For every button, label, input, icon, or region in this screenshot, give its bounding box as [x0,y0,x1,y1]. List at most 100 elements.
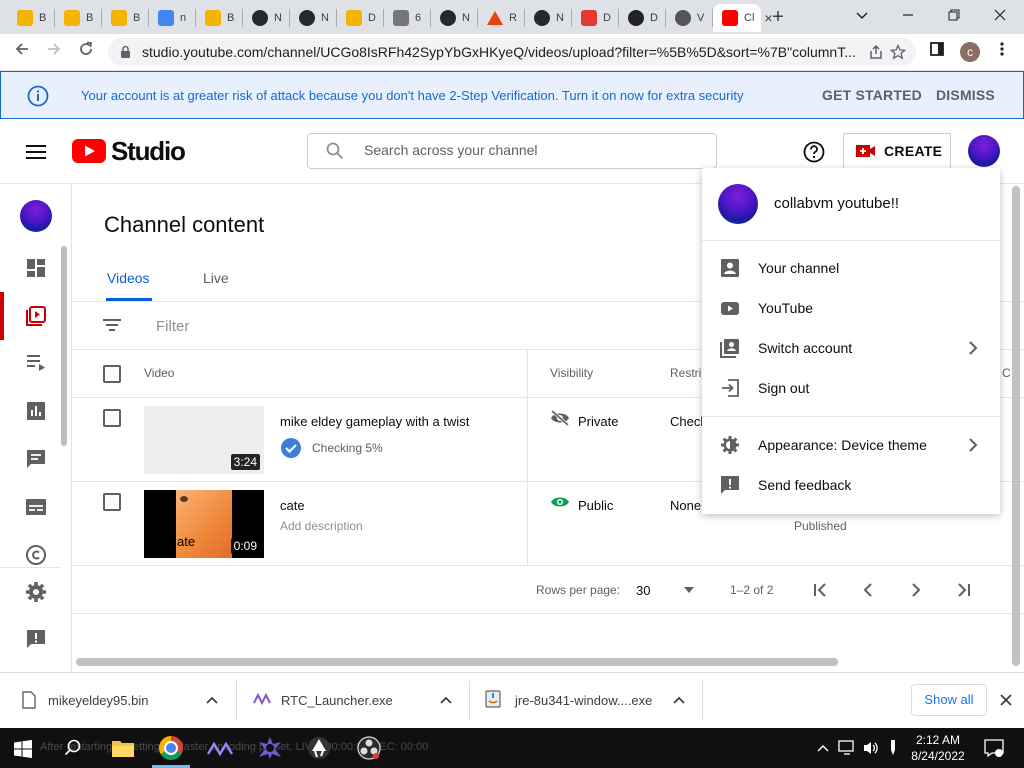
new-tab-button[interactable]: + [766,6,790,30]
restore-button[interactable] [934,5,974,29]
back-arrow-icon[interactable] [10,40,34,64]
windows-start-icon[interactable] [14,740,32,758]
video-thumbnail[interactable]: 3:24 [144,406,264,474]
menu-item-send-feedback[interactable]: Send feedback [702,465,1000,505]
address-bar[interactable]: studio.youtube.com/channel/UCGo8IsRFh42S… [108,38,916,66]
channel-search-box[interactable] [307,133,717,169]
close-download-bar-icon[interactable] [1000,694,1012,706]
tab-live[interactable]: Live [203,270,229,286]
close-window-button[interactable] [980,5,1020,29]
menu-item-switch-account[interactable]: Switch account [702,328,1000,368]
browser-tab-active[interactable]: Cl × [713,4,773,32]
download-item[interactable]: mikeyeldey95.bin [0,681,237,721]
show-all-downloads-button[interactable]: Show all [911,684,987,716]
browser-tab[interactable]: R [478,4,525,32]
menu-item-your-channel[interactable]: Your channel [702,248,1000,288]
browser-tab[interactable]: N [525,4,572,32]
playlists-icon[interactable] [24,350,48,374]
feedback-icon[interactable] [24,627,48,651]
browser-tab[interactable]: B [196,4,243,32]
sidebar-scrollbar[interactable] [61,246,67,446]
page-scrollbar[interactable] [1012,186,1020,666]
profile-avatar[interactable]: c [960,42,980,62]
rows-per-page-select[interactable]: 30 [636,578,698,600]
obs-taskbar-icon[interactable] [357,736,381,760]
dashboard-icon[interactable] [24,256,48,280]
account-avatar[interactable] [968,135,1000,167]
bookmark-star-icon[interactable] [890,44,906,60]
subtitles-icon[interactable] [24,495,48,519]
tab-search-icon[interactable] [842,5,882,29]
menu-item-appearance[interactable]: Appearance: Device theme [702,425,1000,465]
menu-item-sign-out[interactable]: Sign out [702,368,1000,408]
share-icon[interactable] [868,44,884,60]
filter-input[interactable]: Filter [156,318,189,335]
dismiss-button[interactable]: DISMISS [936,87,995,103]
column-header-extra[interactable]: C [1002,366,1011,380]
copyright-icon[interactable] [24,543,48,567]
clock-time[interactable]: 2:12 AM [908,733,968,747]
create-button[interactable]: CREATE [843,133,951,169]
row-checkbox[interactable] [103,409,121,427]
menu-item-youtube[interactable]: YouTube [702,288,1000,328]
last-page-icon[interactable] [955,581,973,599]
studio-logo[interactable]: Studio [72,136,186,167]
browser-tab[interactable]: N [431,4,478,32]
analytics-icon[interactable] [24,399,48,423]
search-input[interactable] [364,142,694,158]
chrome-taskbar-icon[interactable] [159,736,183,760]
download-item[interactable]: jre-8u341-window....exe [470,681,703,721]
previous-page-icon[interactable] [859,581,877,599]
browser-tab[interactable]: B [102,4,149,32]
clock-date[interactable]: 8/24/2022 [908,749,968,763]
side-panel-icon[interactable] [925,40,949,64]
browser-tab[interactable]: N [243,4,290,32]
comments-icon[interactable] [24,447,48,471]
forward-arrow-icon[interactable] [42,40,66,64]
browser-tab[interactable]: n [149,4,196,32]
volume-icon[interactable] [862,740,880,756]
help-icon[interactable] [803,141,825,163]
next-page-icon[interactable] [907,581,925,599]
browser-tab[interactable]: D [619,4,666,32]
browser-tab[interactable]: N [290,4,337,32]
show-hidden-icons-chevron[interactable] [817,743,829,753]
visibility-value[interactable]: Private [578,414,618,429]
game-taskbar-icon[interactable] [257,736,283,760]
chevron-up-icon[interactable] [439,695,453,705]
minimize-button[interactable] [888,5,928,29]
network-icon[interactable] [838,740,856,756]
tab-videos[interactable]: Videos [107,270,150,286]
column-header-video[interactable]: Video [144,366,174,380]
taskbar-search-icon[interactable] [64,739,82,757]
add-description-link[interactable]: Add description [280,519,363,533]
column-header-restrictions[interactable]: Restri [670,366,701,380]
channel-avatar[interactable] [20,200,52,232]
reload-icon[interactable] [74,40,98,64]
pen-icon[interactable] [886,739,900,757]
download-item[interactable]: RTC_Launcher.exe [237,681,470,721]
hamburger-menu-icon[interactable] [26,144,46,160]
get-started-button[interactable]: GET STARTED [822,87,922,103]
content-icon[interactable] [24,304,48,328]
horizontal-scrollbar[interactable] [76,658,838,666]
settings-gear-icon[interactable] [24,580,48,604]
column-header-visibility[interactable]: Visibility [550,366,593,380]
select-all-checkbox[interactable] [103,365,121,383]
filter-icon[interactable] [103,318,121,332]
file-explorer-icon[interactable] [112,738,134,758]
first-page-icon[interactable] [811,581,829,599]
chevron-up-icon[interactable] [205,695,219,705]
video-thumbnail[interactable]: ate 0:09 [144,490,264,558]
browser-tab[interactable]: B [8,4,55,32]
row-checkbox[interactable] [103,493,121,511]
browser-tab[interactable]: D [337,4,384,32]
browser-tab[interactable]: 6 [384,4,431,32]
video-title[interactable]: mike eldey gameplay with a twist [280,414,469,429]
notification-icon[interactable] [984,738,1004,758]
visibility-value[interactable]: Public [578,498,613,513]
browser-menu-icon[interactable] [990,40,1014,64]
browser-tab[interactable]: D [572,4,619,32]
browser-tab[interactable]: V [666,4,713,32]
browser-tab[interactable]: B [55,4,102,32]
